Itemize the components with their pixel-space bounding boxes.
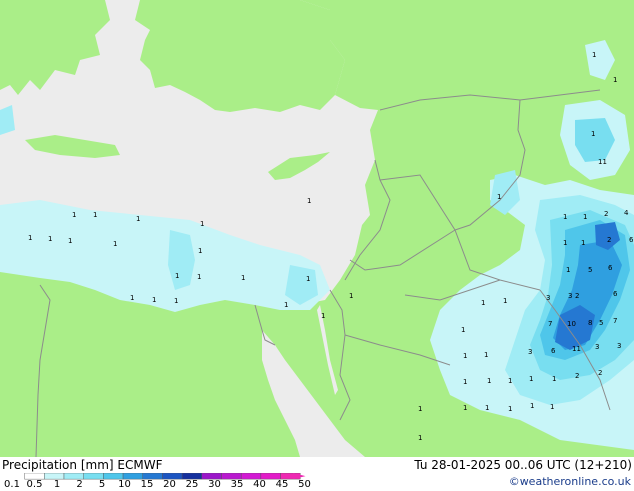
- color-scale-labels: 0.1 0.5 1 2 5 10 15 20 25 30 35 40 45 50: [0, 479, 330, 491]
- map-label: 1: [550, 403, 554, 411]
- map-label: 8: [588, 319, 592, 327]
- map-label: 10: [567, 320, 576, 328]
- precipitation-map: 1 1 1 1 1 1 1 1 1 1 1 1 1 1 1 1 1 1 1 1 …: [0, 0, 634, 457]
- map-label: 1: [307, 197, 311, 205]
- scale-tick-label: 0.1: [4, 479, 20, 490]
- map-label: 1: [592, 51, 596, 59]
- map-label: 1: [174, 297, 178, 305]
- map-label: 1: [581, 239, 585, 247]
- map-label: 1: [198, 247, 202, 255]
- map-label: 1: [152, 296, 156, 304]
- map-label: 1: [175, 272, 179, 280]
- map-label: 1: [197, 273, 201, 281]
- map-label: 1: [113, 240, 117, 248]
- map-label: 1: [284, 301, 288, 309]
- map-label: 4: [624, 209, 629, 217]
- map-label: 1: [68, 237, 72, 245]
- map-footer: Precipitation [mm] ECMWF Tu 28-01-2025 0…: [0, 457, 634, 490]
- map-label: 2: [575, 292, 579, 300]
- map-label: 1: [461, 326, 465, 334]
- map-label: 3: [595, 343, 599, 351]
- variable-label: Precipitation [mm]: [2, 458, 114, 472]
- scale-tick-label: 2: [76, 479, 83, 490]
- map-label: 1: [613, 76, 617, 84]
- map-label: 2: [575, 372, 579, 380]
- map-label: 1: [552, 375, 556, 383]
- scale-tick-label: 10: [118, 479, 131, 490]
- map-label: 1: [529, 375, 533, 383]
- map-label: 6: [629, 236, 634, 244]
- map-label: 1: [418, 434, 422, 442]
- map-label: 1: [48, 235, 52, 243]
- map-label: 1: [418, 405, 422, 413]
- map-label: 1: [566, 266, 570, 274]
- scale-tick-label: 50: [298, 479, 311, 490]
- map-label: 11: [598, 158, 607, 166]
- map-label: 1: [563, 213, 567, 221]
- map-label: 1: [93, 211, 97, 219]
- map-label: 1: [306, 275, 310, 283]
- map-label: 1: [72, 211, 76, 219]
- map-label: 1: [321, 312, 325, 320]
- valid-time: Tu 28-01-2025 00..06 UTC (12+210): [414, 458, 632, 472]
- scale-tick-label: 5: [98, 479, 106, 490]
- map-label: 1: [349, 292, 353, 300]
- scale-tick-label: 45: [275, 479, 289, 490]
- map-label: 1: [487, 377, 491, 385]
- map-label: 1: [508, 377, 512, 385]
- map-label: 3: [546, 294, 550, 302]
- map-label: 2: [604, 210, 608, 218]
- map-label: 1: [563, 239, 567, 247]
- map-label: 1: [583, 213, 587, 221]
- scale-tick-label: 15: [140, 479, 154, 490]
- map-label: 1: [481, 299, 485, 307]
- map-label: 1: [130, 294, 134, 302]
- scale-tick-label: 40: [253, 479, 266, 490]
- scale-tick-label: 25: [185, 479, 199, 490]
- map-label: 1: [530, 402, 534, 410]
- map-label: 1: [200, 220, 204, 228]
- map-label: 1: [136, 215, 140, 223]
- map-label: 1: [463, 404, 467, 412]
- map-label: 1: [508, 405, 512, 413]
- map-label: 3: [617, 342, 621, 350]
- map-label: 3: [528, 348, 532, 356]
- map-label: 11: [572, 345, 581, 353]
- map-label: 3: [568, 292, 572, 300]
- map-label: 1: [485, 404, 489, 412]
- map-label: 7: [548, 320, 552, 328]
- map-label: 1: [463, 352, 467, 360]
- scale-tick-label: 35: [230, 479, 244, 490]
- map-label: 1: [28, 234, 32, 242]
- map-label: 1: [484, 351, 488, 359]
- map-title: Precipitation [mm] ECMWF: [2, 458, 162, 472]
- map-label: 2: [598, 369, 602, 377]
- map-label: 6: [613, 290, 618, 298]
- map-label: 1: [463, 378, 467, 386]
- scale-tick-label: 1: [53, 479, 61, 490]
- map-label: 7: [613, 317, 617, 325]
- map-label: 6: [551, 347, 556, 355]
- credit-text: ©weatheronline.co.uk: [508, 475, 631, 488]
- map-label: 6: [608, 264, 613, 272]
- map-label: 1: [503, 297, 507, 305]
- scale-tick-label: 20: [163, 479, 176, 490]
- map-label: 2: [607, 236, 611, 244]
- scale-tick-label: 30: [208, 479, 221, 490]
- scale-tick-label: 0.5: [26, 479, 43, 490]
- map-label: 5: [588, 266, 592, 274]
- map-label: 1: [591, 130, 595, 138]
- map-label: 1: [497, 193, 501, 201]
- model-label: ECMWF: [117, 458, 163, 472]
- map-label: 1: [241, 274, 245, 282]
- map-label: 5: [599, 319, 603, 327]
